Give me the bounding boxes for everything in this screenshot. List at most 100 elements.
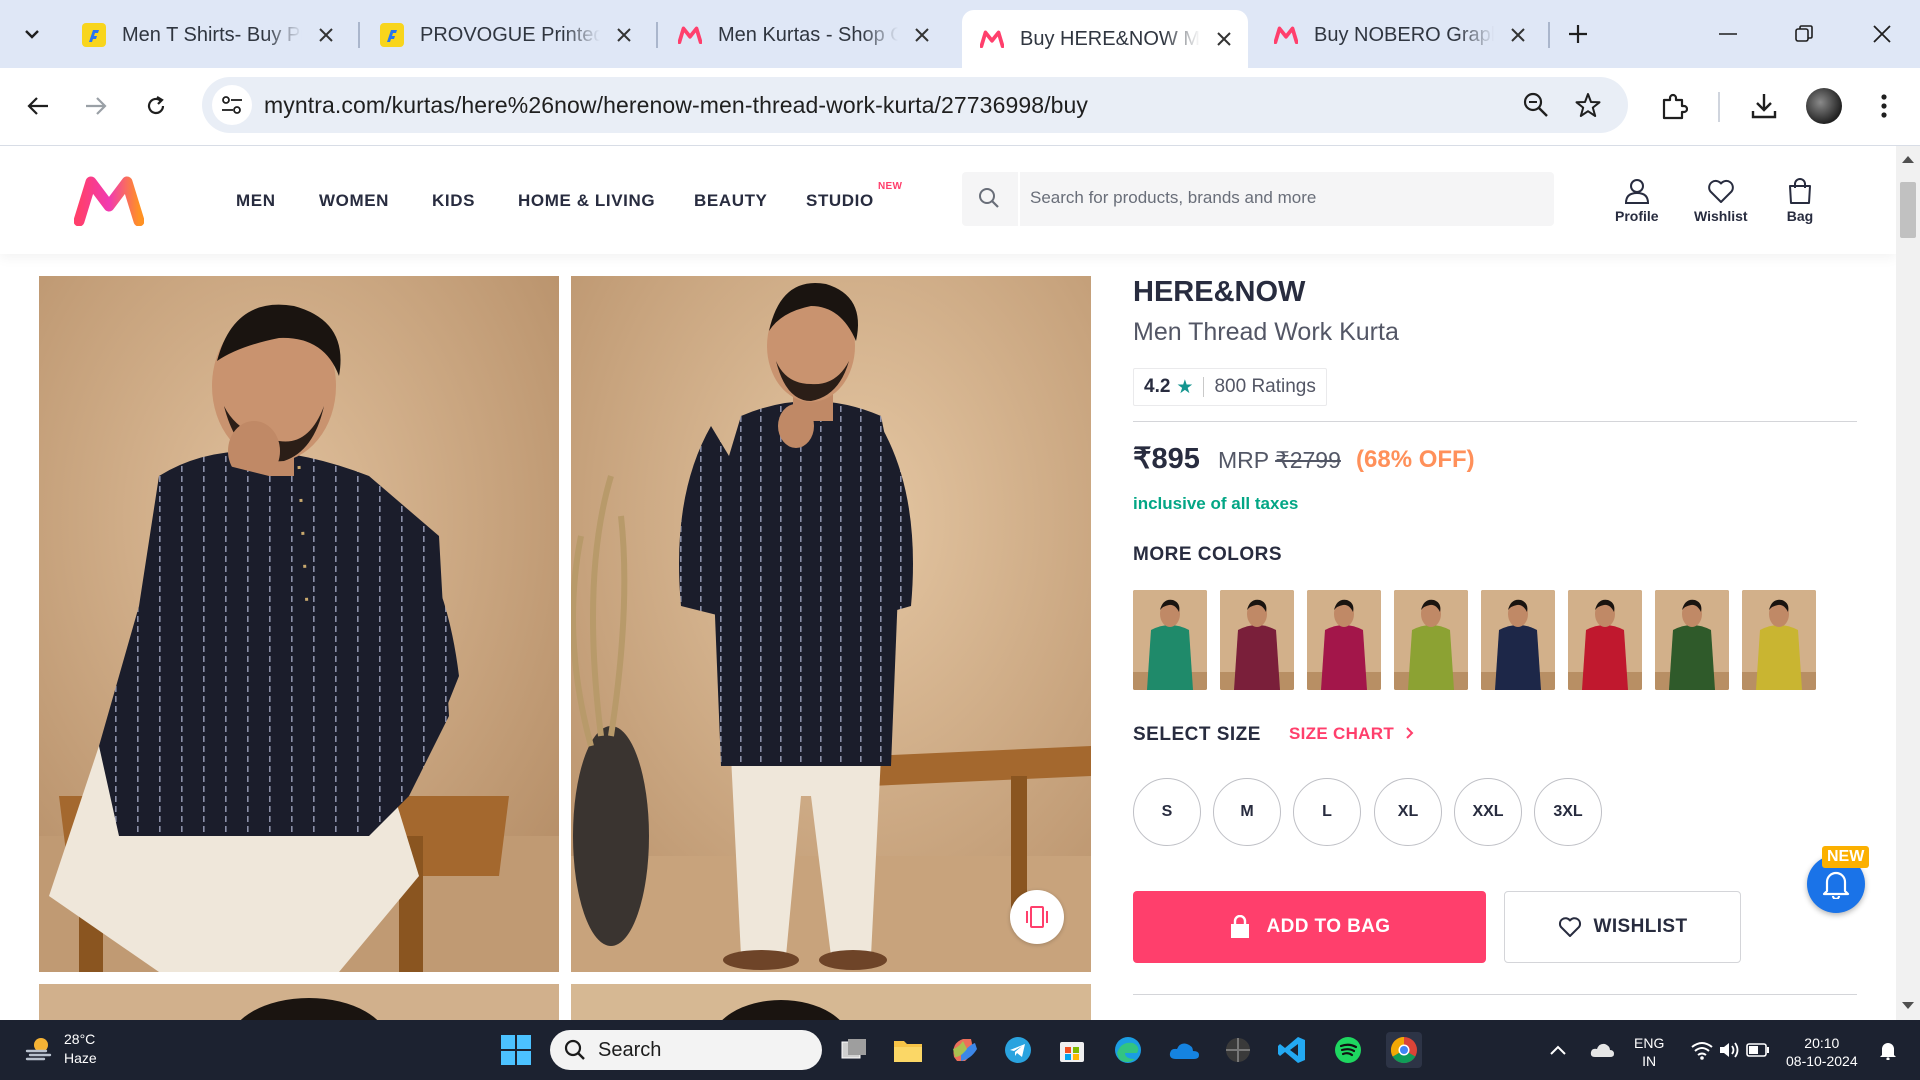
arrow-left-icon (27, 97, 48, 115)
minimize-button[interactable] (1708, 18, 1748, 50)
wishlist-button[interactable]: Wishlist (1694, 178, 1748, 224)
size-option[interactable]: M (1213, 778, 1281, 846)
weather-widget[interactable]: 28°C Haze (24, 1030, 97, 1068)
close-icon[interactable] (1214, 29, 1234, 49)
bookmark-button[interactable] (1572, 89, 1604, 121)
search-input[interactable]: Search for products, brands and more (1030, 188, 1316, 208)
nav-men[interactable]: MEN (236, 191, 276, 211)
color-swatch[interactable] (1394, 590, 1468, 690)
product-image[interactable] (39, 276, 559, 972)
profile-avatar[interactable] (1806, 88, 1842, 124)
nav-studio[interactable]: STUDIO NEW (806, 181, 902, 211)
browser-tab[interactable]: Buy NOBERO Graphic (1256, 12, 1540, 58)
tune-icon (222, 96, 242, 114)
close-icon[interactable] (316, 25, 336, 45)
file-explorer-icon[interactable] (890, 1032, 926, 1068)
vscode-icon[interactable] (1274, 1032, 1310, 1068)
taskbar-search[interactable]: Search (550, 1030, 822, 1070)
color-swatch[interactable] (1655, 590, 1729, 690)
close-icon[interactable] (912, 25, 932, 45)
chrome-icon[interactable] (1386, 1032, 1422, 1068)
browser-tab-active[interactable]: Buy HERE&NOW Men (962, 10, 1248, 68)
address-bar[interactable]: myntra.com/kurtas/here%26now/herenow-men… (202, 77, 1628, 133)
url-text: myntra.com/kurtas/here%26now/herenow-men… (264, 92, 1089, 118)
extensions-button[interactable] (1656, 88, 1692, 124)
site-header: MEN WOMEN KIDS HOME & LIVING BEAUTY STUD… (0, 146, 1896, 254)
new-tab-button[interactable] (1562, 18, 1594, 50)
back-button[interactable] (18, 86, 58, 126)
downloads-button[interactable] (1746, 88, 1782, 124)
bag-button[interactable]: Bag (1786, 178, 1814, 224)
color-swatch[interactable] (1481, 590, 1555, 690)
scrollbar[interactable] (1896, 146, 1920, 1020)
color-swatch[interactable] (1220, 590, 1294, 690)
wishlist-product-button[interactable]: WISHLIST (1504, 891, 1741, 963)
task-view-icon[interactable] (836, 1032, 872, 1068)
tab-title: Men T Shirts- Buy Printed (122, 23, 302, 46)
wishlist-label: Wishlist (1694, 208, 1748, 224)
browser-tab[interactable]: Men T Shirts- Buy Printed (64, 12, 348, 58)
close-icon (1873, 25, 1891, 43)
scroll-down-icon[interactable] (1902, 1002, 1914, 1009)
product-image[interactable] (571, 984, 1091, 1020)
view-similar-button[interactable] (1010, 890, 1064, 944)
notification-bell-icon[interactable] (1870, 1032, 1906, 1068)
size-option[interactable]: 3XL (1534, 778, 1602, 846)
copilot-icon[interactable] (946, 1032, 982, 1068)
close-icon[interactable] (614, 25, 634, 45)
app-icon[interactable] (1220, 1032, 1256, 1068)
nav-kids[interactable]: KIDS (432, 191, 475, 211)
product-search[interactable]: Search for products, brands and more (962, 172, 1554, 226)
browser-tab[interactable]: Men Kurtas - Shop Online (660, 12, 944, 58)
reload-button[interactable] (136, 86, 176, 126)
edge-icon[interactable] (1110, 1032, 1146, 1068)
color-swatch[interactable] (1133, 590, 1207, 690)
clock[interactable]: 20:10 08-10-2024 (1786, 1034, 1858, 1070)
add-to-bag-button[interactable]: ADD TO BAG (1133, 891, 1486, 963)
color-swatch[interactable] (1742, 590, 1816, 690)
size-option[interactable]: XXL (1454, 778, 1522, 846)
profile-button[interactable]: Profile (1615, 178, 1659, 224)
haze-icon (25, 1038, 52, 1061)
size-chart-link[interactable]: SIZE CHART (1289, 724, 1415, 744)
search-icon (979, 188, 999, 208)
restore-button[interactable] (1784, 18, 1824, 50)
plus-icon (1569, 25, 1587, 43)
nav-women[interactable]: WOMEN (319, 191, 389, 211)
telegram-icon[interactable] (1000, 1032, 1036, 1068)
rating-summary[interactable]: 4.2 ★ 800 Ratings (1133, 368, 1327, 406)
forward-button[interactable] (76, 86, 116, 126)
browser-tab[interactable]: PROVOGUE Printed Men (362, 12, 646, 58)
more-colors-title: MORE COLORS (1133, 544, 1283, 565)
color-swatch[interactable] (1568, 590, 1642, 690)
spotify-icon[interactable] (1330, 1032, 1366, 1068)
tab-separator (656, 22, 658, 48)
zoom-button[interactable] (1520, 89, 1552, 121)
size-option[interactable]: XL (1374, 778, 1442, 846)
menu-button[interactable] (1866, 88, 1902, 124)
scroll-up-icon[interactable] (1902, 156, 1914, 163)
size-option[interactable]: L (1293, 778, 1361, 846)
size-option[interactable]: S (1133, 778, 1201, 846)
site-info-button[interactable] (212, 85, 252, 125)
onedrive-icon[interactable] (1166, 1032, 1202, 1068)
start-button[interactable] (500, 1034, 532, 1066)
close-icon[interactable] (1508, 25, 1528, 45)
battery-icon[interactable] (1740, 1032, 1776, 1068)
close-window-button[interactable] (1862, 18, 1902, 50)
language-indicator[interactable]: ENG IN (1634, 1034, 1664, 1070)
product-image[interactable] (39, 984, 559, 1020)
color-swatch[interactable] (1307, 590, 1381, 690)
nav-beauty[interactable]: BEAUTY (694, 191, 768, 211)
nav-studio-label: STUDIO (806, 191, 874, 210)
scrollbar-thumb[interactable] (1900, 182, 1916, 238)
microsoft-store-icon[interactable] (1054, 1032, 1090, 1068)
select-size-title: SELECT SIZE (1133, 724, 1261, 745)
cloud-icon[interactable] (1584, 1032, 1620, 1068)
product-image[interactable] (571, 276, 1091, 972)
nav-home-living[interactable]: HOME & LIVING (518, 191, 655, 211)
myntra-icon (676, 21, 704, 49)
chevron-up-icon[interactable] (1546, 1032, 1570, 1068)
myntra-logo[interactable] (73, 176, 145, 227)
tab-search-button[interactable] (12, 14, 52, 54)
